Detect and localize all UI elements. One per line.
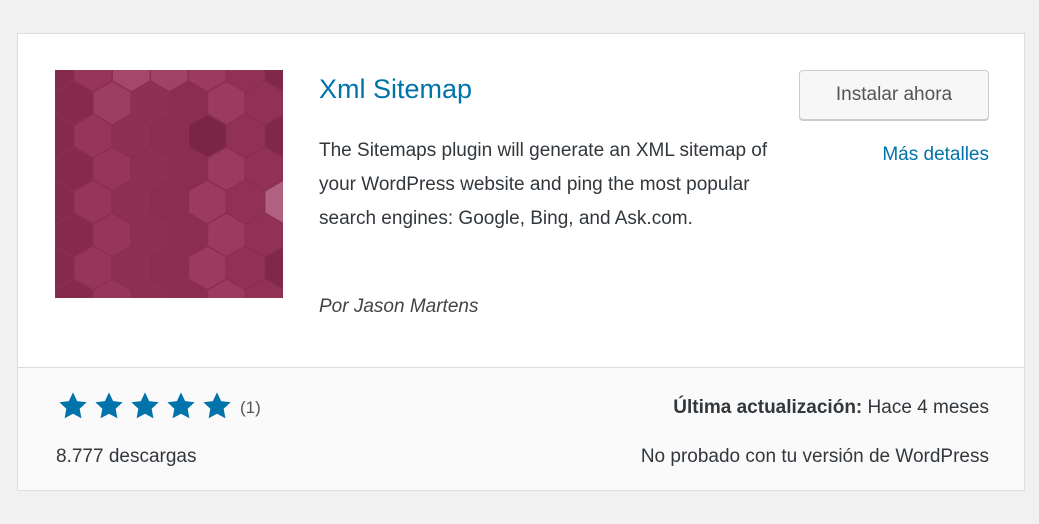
plugin-description: The Sitemaps plugin will generate an XML… xyxy=(319,140,768,229)
plugin-author: Por Jason Martens xyxy=(319,296,479,317)
star-rating: (1) xyxy=(56,390,261,427)
plugin-icon[interactable] xyxy=(55,70,283,298)
star-filled-icon xyxy=(167,391,195,418)
rating-count: (1) xyxy=(240,398,261,417)
install-now-button[interactable]: Instalar ahora xyxy=(799,70,989,120)
plugin-card-bottom: (1) 8.777 descargas Última actualización… xyxy=(18,367,1024,490)
star-filled-icon xyxy=(131,391,159,418)
plugin-card-top: Xml Sitemap The Sitemaps plugin will gen… xyxy=(18,34,1024,367)
star-filled-icon xyxy=(203,391,231,418)
stars-container xyxy=(56,390,236,427)
star-filled-icon xyxy=(95,391,123,418)
more-details-link[interactable]: Más detalles xyxy=(882,140,989,170)
plugin-title[interactable]: Xml Sitemap xyxy=(319,72,472,106)
download-count: 8.777 descargas xyxy=(56,446,197,467)
last-updated-value: Hace 4 meses xyxy=(867,397,989,418)
hexagon-pattern-icon xyxy=(55,70,283,298)
compatibility-notice: No probado con tu versión de WordPress xyxy=(640,446,989,467)
star-filled-icon xyxy=(59,391,87,418)
last-updated: Última actualización: Hace 4 meses xyxy=(673,393,989,423)
last-updated-label: Última actualización: xyxy=(673,397,863,418)
plugin-card: Xml Sitemap The Sitemaps plugin will gen… xyxy=(17,33,1025,491)
